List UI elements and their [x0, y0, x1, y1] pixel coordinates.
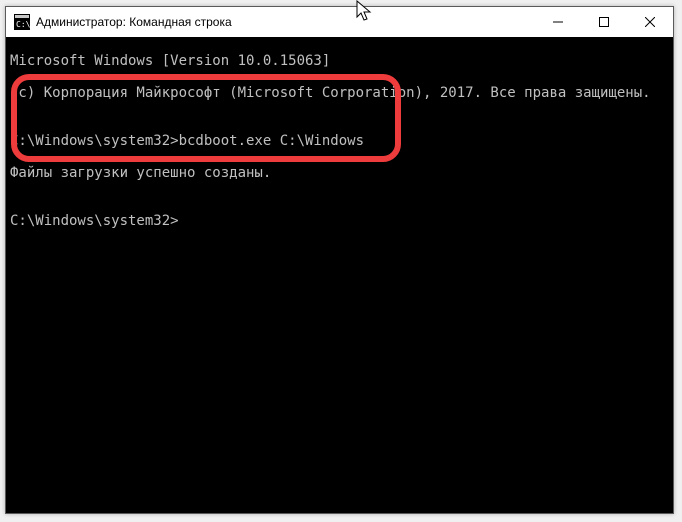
- terminal-prompt: C:\Windows\system32>: [10, 213, 669, 229]
- terminal-line: C:\Windows\system32>bcdboot.exe C:\Windo…: [10, 133, 669, 149]
- close-button[interactable]: [627, 7, 673, 37]
- terminal-line: (c) Корпорация Майкрософт (Microsoft Cor…: [10, 85, 669, 101]
- titlebar[interactable]: C:\ Администратор: Командная строка: [6, 7, 673, 37]
- cmd-icon: C:\: [14, 14, 30, 30]
- command-prompt-window: C:\ Администратор: Командная строка Micr…: [5, 6, 674, 514]
- terminal-line: Файлы загрузки успешно созданы.: [10, 165, 669, 181]
- terminal-line: Microsoft Windows [Version 10.0.15063]: [10, 53, 669, 69]
- window-title: Администратор: Командная строка: [36, 7, 232, 37]
- terminal-area[interactable]: Microsoft Windows [Version 10.0.15063] (…: [6, 37, 673, 513]
- maximize-button[interactable]: [581, 7, 627, 37]
- minimize-button[interactable]: [535, 7, 581, 37]
- svg-text:C:\: C:\: [16, 20, 30, 29]
